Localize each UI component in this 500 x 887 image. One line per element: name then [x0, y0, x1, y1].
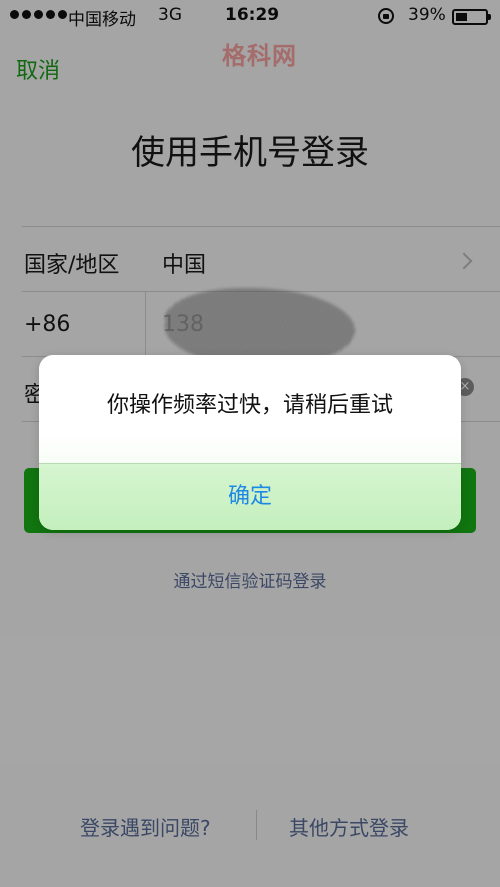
alert-message: 你操作频率过快，请稍后重试 — [106, 393, 393, 418]
rate-limit-alert-dialog: 你操作频率过快，请稍后重试 确定 — [39, 355, 461, 530]
alert-confirm-button[interactable]: 确定 — [39, 464, 461, 530]
